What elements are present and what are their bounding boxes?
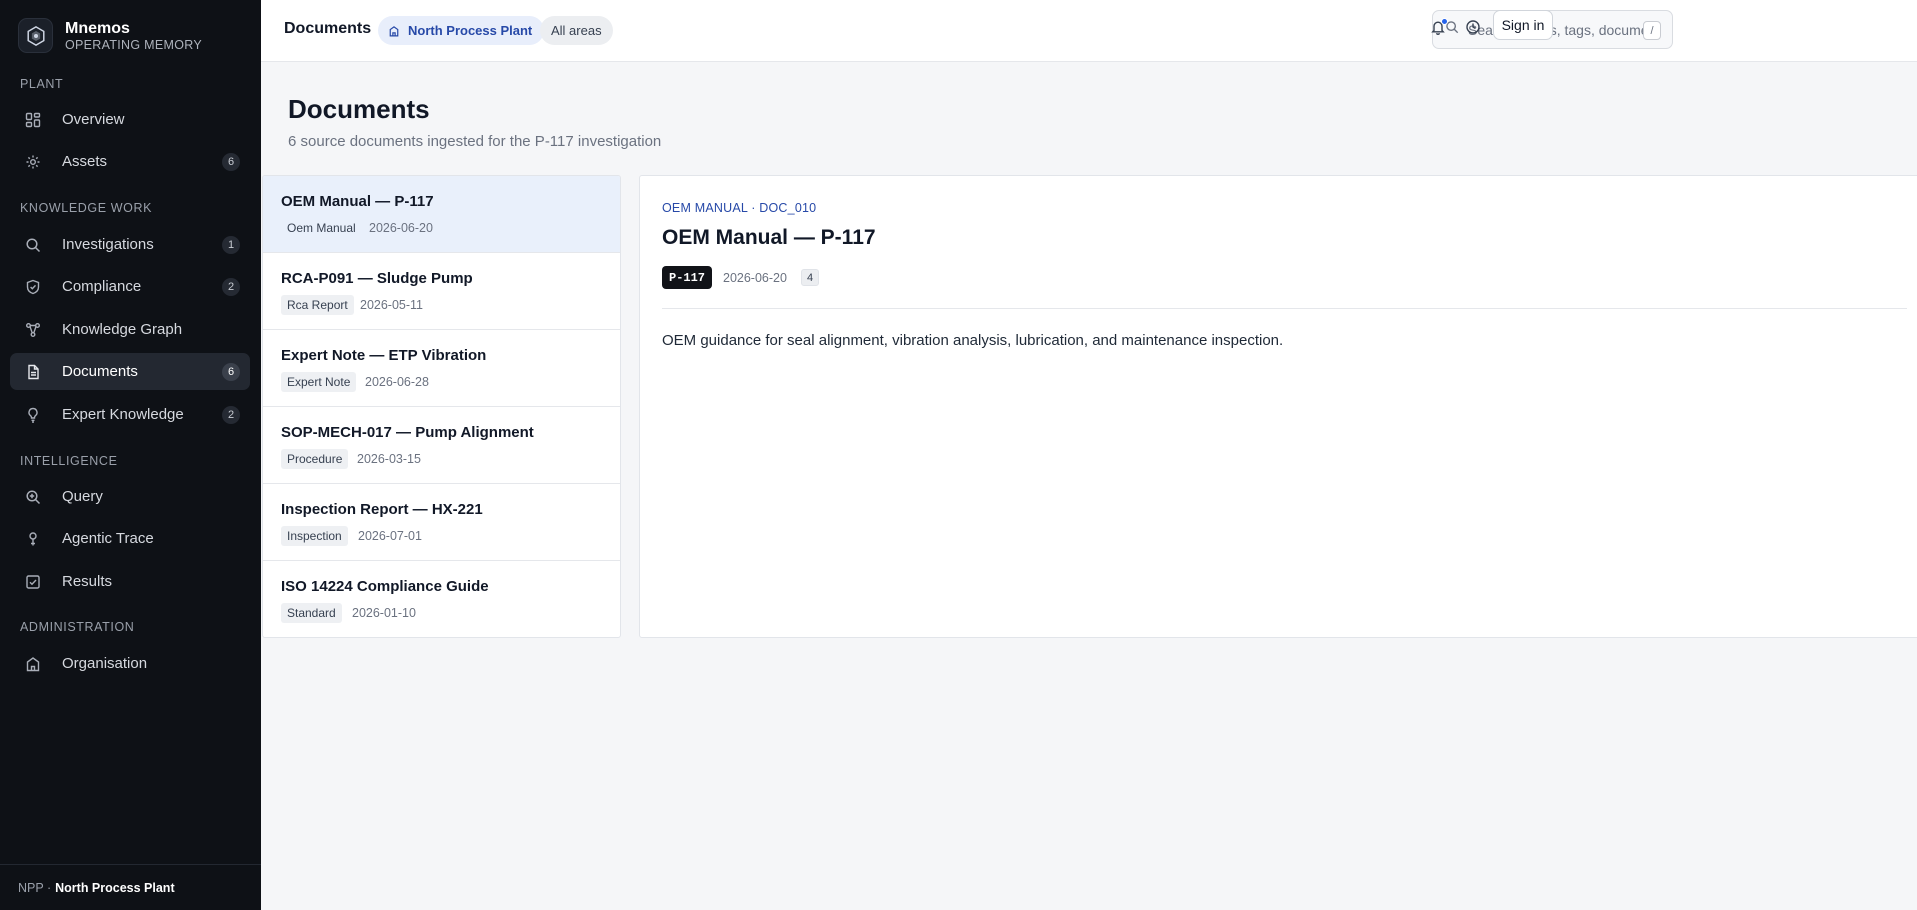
document-date: 2026-01-10	[352, 606, 416, 620]
document-date: 2026-07-01	[358, 529, 422, 543]
plant-chip-label: North Process Plant	[408, 23, 533, 38]
plant-name: North Process Plant	[55, 880, 175, 895]
shortcut-key: /	[1643, 21, 1661, 40]
building-icon	[388, 25, 400, 37]
shield-icon	[24, 278, 42, 296]
sidebar-item-label: Organisation	[62, 655, 148, 672]
asset-tag[interactable]: P-117	[662, 266, 713, 289]
notification-dot	[1441, 18, 1448, 25]
document-title: RCA-P091 — Sludge Pump	[281, 270, 473, 287]
document-row[interactable]: RCA-P091 — Sludge Pump Rca Report 2026-0…	[263, 253, 620, 330]
document-type-badge: Procedure	[281, 449, 349, 469]
document-description: OEM guidance for seal alignment, vibrati…	[662, 332, 1284, 349]
page-subtitle: 6 source documents ingested for the P-11…	[288, 133, 662, 150]
document-date: 2026-06-20	[369, 221, 433, 235]
sidebar-item-results[interactable]: Results	[10, 563, 250, 600]
document-kicker: OEM MANUAL · DOC_010	[662, 201, 817, 215]
document-date: 2026-03-15	[357, 452, 421, 466]
count-badge: 6	[222, 153, 240, 171]
sidebar-item-label: Documents	[62, 363, 138, 380]
notifications-button[interactable]	[1426, 17, 1450, 41]
plant-code: NPP ·	[18, 880, 52, 895]
areas-chip[interactable]: All areas	[540, 16, 613, 45]
document-detail-title: OEM Manual — P-117	[662, 226, 876, 249]
divider	[662, 308, 1907, 309]
document-type-badge: Expert Note	[281, 372, 357, 392]
document-detail-date: 2026-06-20	[723, 271, 787, 285]
brand-subtitle: OPERATING MEMORY	[65, 37, 202, 52]
document-row[interactable]: SOP-MECH-017 — Pump Alignment Procedure …	[263, 407, 620, 484]
document-date: 2026-05-11	[360, 298, 424, 312]
sidebar-item-documents[interactable]: Documents 6	[10, 353, 250, 390]
document-row[interactable]: OEM Manual — P-117 Oem Manual 2026-06-20	[263, 176, 620, 253]
brand[interactable]: Mnemos OPERATING MEMORY	[18, 18, 202, 53]
document-row[interactable]: Expert Note — ETP Vibration Expert Note …	[263, 330, 620, 407]
clock-icon	[1465, 19, 1481, 40]
document-title: Inspection Report — HX-221	[281, 501, 483, 518]
document-row[interactable]: Inspection Report — HX-221 Inspection 20…	[263, 484, 620, 561]
brand-name: Mnemos	[65, 19, 130, 37]
sidebar-item-label: Assets	[62, 153, 108, 170]
sidebar-item-organisation[interactable]: Organisation	[10, 645, 250, 682]
document-title: Expert Note — ETP Vibration	[281, 347, 487, 364]
sidebar-item-label: Results	[62, 573, 113, 590]
document-type-badge: Rca Report	[281, 295, 354, 315]
count-badge: 2	[222, 278, 240, 296]
sidebar-item-expert-knowledge[interactable]: Expert Knowledge 2	[10, 396, 250, 433]
sidebar-item-assets[interactable]: Assets 6	[10, 143, 250, 180]
trace-icon	[24, 530, 42, 548]
document-type-badge: Inspection	[281, 526, 348, 546]
document-title: ISO 14224 Compliance Guide	[281, 578, 489, 595]
grid-icon	[24, 111, 42, 129]
document-title: SOP-MECH-017 — Pump Alignment	[281, 424, 534, 441]
sidebar-item-knowledge-graph[interactable]: Knowledge Graph	[10, 311, 250, 348]
history-button[interactable]	[1461, 17, 1485, 41]
sidebar-item-label: Overview	[62, 111, 125, 128]
document-title: OEM Manual — P-117	[281, 193, 434, 210]
sidebar-item-investigations[interactable]: Investigations 1	[10, 226, 250, 263]
section-label-plant: PLANT	[20, 77, 64, 91]
search-icon	[24, 236, 42, 254]
sidebar-item-label: Investigations	[62, 236, 154, 253]
sidebar-item-label: Compliance	[62, 278, 142, 295]
gear-icon	[24, 153, 42, 171]
section-label-administration: ADMINISTRATION	[20, 620, 135, 634]
count-badge: 1	[222, 236, 240, 254]
document-row[interactable]: ISO 14224 Compliance Guide Standard 2026…	[263, 561, 620, 637]
document-icon	[24, 363, 42, 381]
sidebar-item-overview[interactable]: Overview	[10, 101, 250, 138]
section-label-knowledge-work: KNOWLEDGE WORK	[20, 201, 153, 215]
sidebar-item-query[interactable]: Query	[10, 478, 250, 515]
page-title: Documents	[288, 94, 430, 124]
sign-in-button[interactable]: Sign in	[1493, 10, 1553, 40]
sidebar-item-label: Knowledge Graph	[62, 321, 183, 338]
sidebar-item-agentic-trace[interactable]: Agentic Trace	[10, 520, 250, 557]
document-type-badge: Standard	[281, 603, 342, 623]
document-date: 2026-06-28	[365, 375, 429, 389]
sidebar-item-compliance[interactable]: Compliance 2	[10, 268, 250, 305]
plant-footer[interactable]: NPP · North Process Plant	[0, 864, 261, 910]
document-type-badge: Oem Manual	[287, 221, 356, 235]
topbar: Documents North Process Plant All areas …	[261, 0, 1917, 62]
plant-chip[interactable]: North Process Plant	[378, 16, 545, 45]
sidebar-item-label: Agentic Trace	[62, 530, 154, 547]
breadcrumb-title: Documents	[284, 20, 372, 37]
hexagon-logo-icon	[18, 18, 53, 53]
document-detail: OEM MANUAL · DOC_010 OEM Manual — P-117 …	[639, 175, 1917, 638]
chunk-count-badge: 4	[801, 269, 820, 286]
sidebar-item-label: Query	[62, 488, 103, 505]
count-badge: 2	[222, 406, 240, 424]
graph-icon	[24, 321, 42, 339]
checkbox-icon	[24, 573, 42, 591]
section-label-intelligence: INTELLIGENCE	[20, 454, 118, 468]
query-icon	[24, 488, 42, 506]
building-icon	[24, 655, 42, 673]
sidebar: Mnemos OPERATING MEMORY PLANT Overview A…	[0, 0, 261, 910]
count-badge: 6	[222, 363, 240, 381]
sidebar-item-label: Expert Knowledge	[62, 406, 184, 423]
document-list: OEM Manual — P-117 Oem Manual 2026-06-20…	[262, 175, 621, 638]
lightbulb-icon	[24, 406, 42, 424]
